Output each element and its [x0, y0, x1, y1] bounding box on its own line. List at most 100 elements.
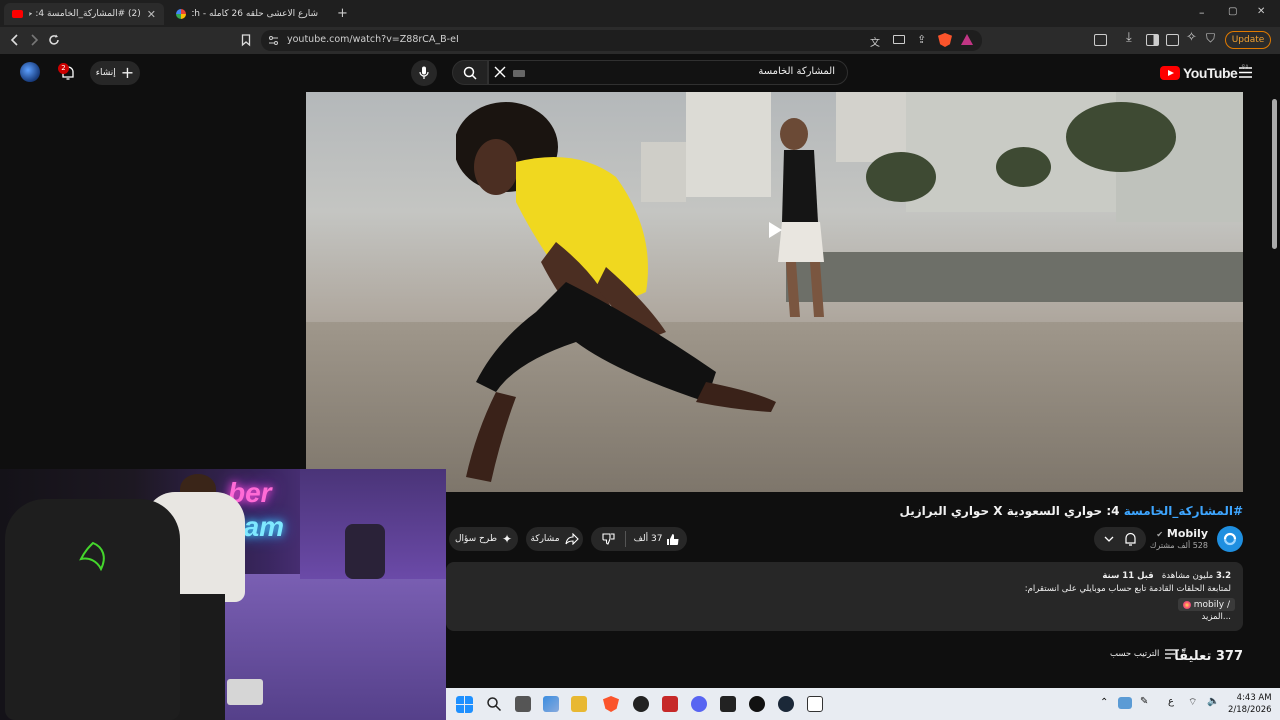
dislike-button[interactable] — [591, 527, 625, 551]
update-button[interactable]: Update — [1225, 31, 1271, 49]
account-avatar[interactable] — [20, 62, 40, 82]
bell-icon — [1125, 532, 1136, 546]
search-input[interactable]: المشاركة الخامسة — [488, 60, 848, 85]
stretching-player-figure — [456, 102, 776, 482]
reload-icon[interactable] — [47, 33, 61, 47]
screenshot-icon[interactable] — [1094, 34, 1107, 46]
share-button[interactable]: مشاركة — [526, 527, 583, 551]
browser-tab-bar: (2) #المشاركة_الخامسة 4: حواري ال... ✕ ش… — [0, 0, 1280, 27]
show-more-link[interactable]: ...المزيد — [1202, 612, 1232, 622]
scrollbar-thumb[interactable] — [1272, 99, 1277, 249]
youtube-favicon-icon — [12, 10, 23, 18]
clear-search-icon[interactable] — [494, 66, 506, 78]
maximize-button[interactable]: ▢ — [1228, 6, 1237, 17]
close-tab-icon[interactable]: ✕ — [147, 8, 156, 21]
cast-icon[interactable] — [893, 35, 905, 44]
address-field[interactable]: youtube.com/watch?v=Z88rCA_B-eI 文 ⇪ — [261, 30, 982, 51]
bookmark-icon[interactable] — [239, 33, 253, 47]
sort-by-button[interactable]: الترتيب حسب — [1110, 649, 1180, 659]
download-icon[interactable]: ⤓ — [1126, 30, 1132, 45]
obs-icon[interactable] — [633, 696, 649, 712]
razer-logo-icon — [79, 541, 105, 572]
microphone-icon — [419, 66, 429, 79]
brave-taskbar-icon[interactable] — [603, 696, 619, 712]
forward-icon[interactable] — [27, 33, 41, 47]
video-title-hashtag[interactable]: #المشاركة_الخامسة — [1124, 504, 1243, 518]
wallet-icon[interactable] — [1166, 34, 1179, 46]
subscriber-count: 528 ألف مشترك — [1149, 541, 1208, 550]
steam-icon[interactable] — [778, 696, 794, 712]
description-box[interactable]: 3.2 مليون مشاهدة قبل 11 سنة لمتابعة الحل… — [446, 562, 1243, 631]
back-icon[interactable] — [8, 33, 22, 47]
keyboard-icon[interactable] — [513, 70, 525, 77]
tab-youtube[interactable]: (2) #المشاركة_الخامسة 4: حواري ال... ✕ — [4, 3, 164, 25]
windows-start-icon[interactable] — [456, 696, 473, 713]
extensions-icon[interactable]: ✧ — [1186, 30, 1197, 45]
background-player-figure — [778, 118, 824, 317]
tab-search[interactable]: شارع الاعشى حلقه 26 كامله - Search — [168, 3, 332, 25]
url-text: youtube.com/watch?v=Z88rCA_B-eI — [287, 34, 459, 45]
taskbar-search-icon[interactable] — [486, 696, 502, 712]
region-code: SA — [1241, 65, 1249, 71]
youtube-logo[interactable]: YouTube SA — [1160, 65, 1249, 81]
youtube-play-logo-icon — [1160, 66, 1180, 80]
search-button[interactable] — [452, 60, 488, 85]
upload-age: قبل 11 سنة — [1102, 571, 1154, 581]
app-red-icon[interactable] — [662, 696, 678, 712]
close-window-button[interactable]: ✕ — [1257, 6, 1265, 17]
site-settings-icon[interactable] — [268, 35, 279, 46]
instagram-link-chip[interactable]: mobily / — [1177, 598, 1235, 611]
video-player[interactable] — [306, 92, 1243, 492]
volume-icon[interactable]: 🔈 — [1207, 696, 1219, 707]
share-page-icon[interactable]: ⇪ — [917, 33, 926, 46]
sort-icon — [1165, 649, 1180, 659]
ask-label: طرح سؤال — [454, 534, 497, 544]
show-hidden-icons-icon[interactable]: ⌃ — [1100, 697, 1108, 708]
network-icon[interactable]: ⌔ — [1188, 696, 1197, 709]
browser-toolbar: youtube.com/watch?v=Z88rCA_B-eI 文 ⇪ ⤓ ✧ … — [0, 27, 1280, 54]
task-view-icon[interactable] — [515, 696, 531, 712]
tissue-box — [227, 679, 263, 705]
brave-rewards-icon[interactable] — [961, 34, 973, 45]
file-explorer-icon[interactable] — [571, 696, 587, 712]
discord-icon[interactable] — [691, 696, 707, 712]
tray-pen-icon[interactable]: ✎ — [1140, 696, 1148, 707]
clock-date: 2/18/2026 — [1228, 705, 1272, 715]
voice-search-button[interactable] — [411, 60, 437, 86]
media-player-icon[interactable] — [749, 696, 765, 712]
vpn-shield-icon[interactable]: ⛉ — [1206, 31, 1215, 46]
channel-avatar[interactable] — [1217, 526, 1243, 552]
page-scrollbar[interactable] — [1271, 92, 1278, 720]
seawall — [786, 252, 1243, 302]
gaming-chair — [5, 499, 180, 720]
tray-app-icon[interactable] — [1118, 697, 1132, 709]
palm-tree — [996, 147, 1051, 187]
translate-icon[interactable]: 文 — [870, 34, 880, 49]
description-meta: 3.2 مليون مشاهدة قبل 11 سنة — [1102, 571, 1231, 581]
brave-shields-icon[interactable] — [938, 33, 952, 47]
view-count: 3.2 — [1215, 571, 1231, 581]
thumbs-up-icon — [667, 533, 679, 545]
input-language-indicator[interactable]: ع — [1168, 696, 1174, 707]
channel-name[interactable]: ✔ Mobily — [1156, 527, 1208, 540]
verified-icon: ✔ — [1156, 530, 1164, 539]
like-dislike-group: 37 ألف — [591, 527, 687, 551]
taskbar-clock[interactable]: 4:43 AM 2/18/2026 — [1228, 692, 1272, 716]
create-label: إنشاء — [95, 68, 116, 78]
app-dark-icon[interactable] — [720, 696, 736, 712]
play-icon[interactable] — [769, 222, 782, 238]
create-button[interactable]: إنشاء + — [90, 61, 140, 85]
widgets-icon[interactable] — [543, 696, 559, 712]
comments-count: 377 تعليقًا — [1174, 649, 1243, 664]
minimize-button[interactable]: – — [1199, 6, 1205, 19]
new-tab-button[interactable]: + — [337, 6, 348, 21]
subscription-bell-button[interactable] — [1094, 527, 1146, 551]
video-title-text: 4: حواري السعودية X حواري البرازيل — [899, 504, 1124, 518]
notification-count-badge: 2 — [58, 63, 69, 74]
like-button[interactable]: 37 ألف — [626, 527, 687, 551]
ask-question-button[interactable]: طرح سؤال ✦ — [449, 527, 518, 551]
sidebar-icon[interactable] — [1146, 34, 1159, 46]
windows-taskbar: ⌃ ✎ ع ⌔ 🔈 — [446, 688, 1280, 720]
views-word: مليون مشاهدة — [1161, 571, 1214, 581]
capcut-icon[interactable] — [807, 696, 823, 712]
